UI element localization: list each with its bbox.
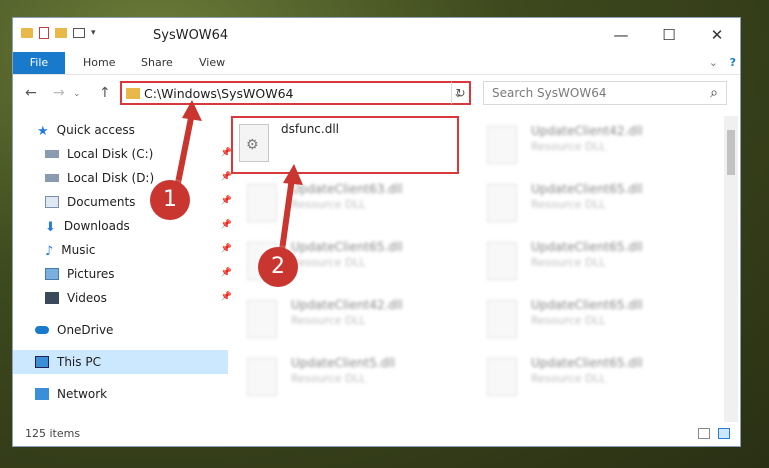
arrow-2: [279, 177, 295, 251]
step-2-badge: 2: [258, 247, 298, 287]
arrow-2-head: [283, 164, 303, 185]
annotation-arrows: [175, 100, 303, 251]
arrow-1: [175, 112, 195, 184]
arrow-1-head: [182, 100, 202, 121]
step-1-badge: 1: [150, 180, 190, 220]
